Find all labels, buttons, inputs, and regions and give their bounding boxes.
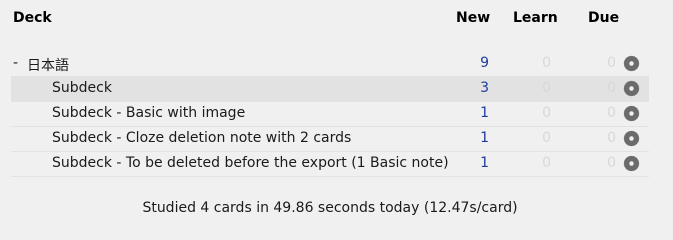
deck-table-header: Deck New Learn Due [11,0,649,38]
deck-row: Subdeck - Basic with image 1 0 0 [11,102,649,127]
gear-icon[interactable] [623,80,640,97]
due-count: 0 [607,80,616,96]
gear-icon-glyph [623,155,640,172]
new-count: 3 [480,80,489,96]
due-count: 0 [607,105,616,121]
due-count: 0 [607,155,616,171]
collapse-toggle[interactable]: - [13,55,18,71]
new-count: 1 [480,105,489,121]
header-deck: Deck [13,10,52,26]
deck-row-current: Subdeck 3 0 0 [11,77,649,102]
deck-name-link[interactable]: Subdeck [52,80,112,96]
gear-icon[interactable] [623,130,640,147]
deck-name-link[interactable]: Subdeck - Basic with image [52,105,245,121]
learn-count: 0 [542,80,551,96]
deck-row: - 日本語 9 0 0 [11,52,649,77]
header-due: Due [588,10,620,26]
due-count: 0 [607,55,616,71]
gear-icon-glyph [623,80,640,97]
deck-list: - 日本語 9 0 0 Subdeck 3 0 0 Subdeck - Basi… [11,52,649,177]
learn-count: 0 [542,130,551,146]
deck-name-link[interactable]: Subdeck - To be deleted before the expor… [52,155,449,171]
gear-icon[interactable] [623,55,640,72]
new-count: 9 [480,55,489,71]
deck-name-link[interactable]: Subdeck - Cloze deletion note with 2 car… [52,130,351,146]
learn-count: 0 [542,55,551,71]
deck-row: Subdeck - Cloze deletion note with 2 car… [11,127,649,152]
header-learn: Learn [513,10,558,26]
gear-icon[interactable] [623,105,640,122]
gear-icon[interactable] [623,155,640,172]
study-stats: Studied 4 cards in 49.86 seconds today (… [142,200,518,216]
learn-count: 0 [542,105,551,121]
gear-icon-glyph [623,105,640,122]
learn-count: 0 [542,155,551,171]
new-count: 1 [480,130,489,146]
deck-table: Deck New Learn Due - 日本語 9 0 0 Subdeck 3… [11,0,649,177]
new-count: 1 [480,155,489,171]
deck-row: Subdeck - To be deleted before the expor… [11,152,649,177]
gear-icon-glyph [623,130,640,147]
due-count: 0 [607,130,616,146]
header-new: New [456,10,491,26]
gear-icon-glyph [623,55,640,72]
deck-name-link[interactable]: 日本語 [27,55,69,75]
